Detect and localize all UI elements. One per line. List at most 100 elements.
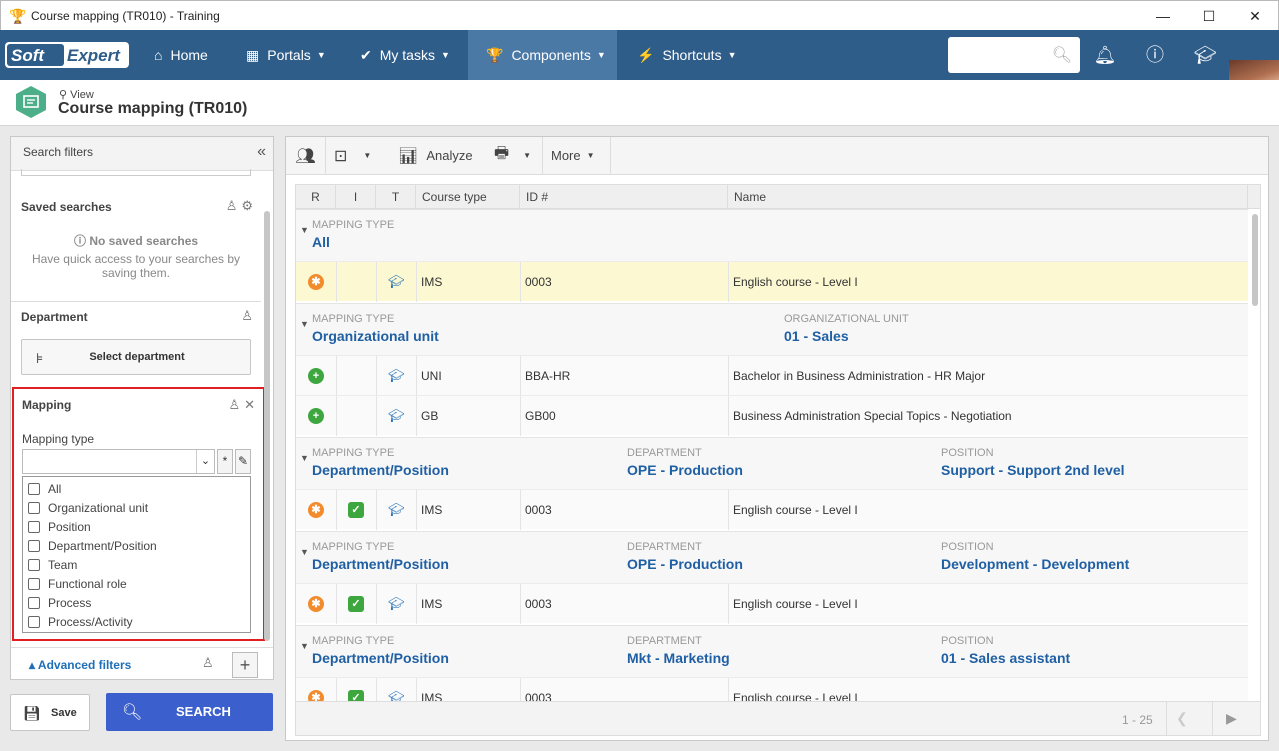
eraser-icon[interactable]: ♙	[228, 397, 240, 413]
check-icon: ✓	[348, 502, 364, 518]
table-row[interactable]: ✱ ✓ 🎓︎ IMS 0003 English course - Level I	[296, 583, 1248, 624]
close-icon[interactable]: ✕	[244, 397, 255, 413]
checkbox[interactable]	[28, 482, 40, 495]
add-filter-button[interactable]: +	[232, 652, 258, 678]
table-row[interactable]: + 🎓︎ GB GB00 Business Administration Spe…	[296, 395, 1248, 436]
window-titlebar: 🏆 Course mapping (TR010) - Training — ☐ …	[0, 0, 1279, 30]
search-icon: 🔍︎	[122, 704, 143, 721]
close-button[interactable]: ✕	[1232, 1, 1278, 31]
mapping-type-select[interactable]: ⌄	[22, 449, 215, 474]
chevron-down-icon[interactable]: ▼	[523, 151, 531, 160]
mapping-option-functional-role[interactable]: Functional role	[28, 574, 127, 593]
help-icon[interactable]: ⓘ	[1142, 42, 1168, 68]
group-header[interactable]: ▼ MAPPING TYPE Department/Position DEPART…	[296, 625, 1248, 677]
checkbox[interactable]	[28, 577, 40, 590]
no-saved-searches-title: ⓘ No saved searches	[73, 234, 199, 248]
column-header-id[interactable]: ID #	[520, 185, 728, 209]
mapping-option-all[interactable]: All	[28, 479, 61, 498]
chevron-down-icon[interactable]: ⌄	[196, 450, 214, 473]
column-header-r[interactable]: R	[296, 185, 336, 209]
view-button[interactable]: ⊡ ▼	[326, 137, 390, 174]
filter-field-stub	[21, 169, 251, 176]
printer-icon: 🖶	[494, 145, 510, 162]
chevron-down-icon: ▼	[316, 50, 326, 60]
table-row[interactable]: ✱ ✓ 🎓︎ IMS 0003 English course - Level I	[296, 489, 1248, 530]
group-header[interactable]: ▼ MAPPING TYPE Organizational unit ORGANI…	[296, 303, 1248, 355]
nav-my-tasks[interactable]: ✔ My tasks ▼	[350, 30, 460, 80]
grid-header: R I T Course type ID # Name	[296, 185, 1260, 209]
maximize-button[interactable]: ☐	[1186, 1, 1232, 31]
table-row[interactable]: ✱ 🎓︎ IMS 0003 English course - Level I	[296, 261, 1248, 302]
column-header-t[interactable]: T	[376, 185, 416, 209]
advanced-filters-toggle[interactable]: ▴ Advanced filters	[29, 658, 131, 672]
caret-down-icon[interactable]: ▼	[300, 319, 309, 329]
filters-scrollbar[interactable]	[264, 211, 270, 641]
eraser-icon[interactable]: ♙	[241, 308, 253, 324]
global-search-input[interactable]: 🔍︎	[948, 37, 1080, 73]
print-button[interactable]: 🖶 ▼	[486, 137, 543, 174]
page-header: ⚲ View Course mapping (TR010)	[0, 80, 1279, 126]
caret-down-icon[interactable]: ▼	[300, 225, 309, 235]
analyze-button[interactable]: 📊︎ Analyze	[390, 137, 486, 174]
lightning-icon: ⚡	[637, 46, 655, 63]
minimize-button[interactable]: —	[1140, 1, 1186, 31]
nav-shortcuts[interactable]: ⚡ Shortcuts ▼	[627, 30, 747, 80]
mapping-option-department-position[interactable]: Department/Position	[28, 536, 157, 555]
search-filters-header: Search filters «	[11, 137, 273, 171]
checkbox[interactable]	[28, 596, 40, 609]
eye-window-icon: ⊡	[334, 147, 348, 165]
mapping-option-process[interactable]: Process	[28, 593, 91, 612]
column-header-i[interactable]: I	[336, 185, 376, 209]
mapping-option-position[interactable]: Position	[28, 517, 91, 536]
checkbox[interactable]	[28, 520, 40, 533]
group-header[interactable]: ▼ MAPPING TYPE Department/Position DEPART…	[296, 437, 1248, 489]
checkbox[interactable]	[28, 501, 40, 514]
select-department-button[interactable]: ⊧ Select department	[21, 339, 251, 375]
more-button[interactable]: More ▼	[543, 137, 611, 174]
grid-pager: 1 - 25 ❮ ▶	[296, 701, 1260, 735]
clear-selection-button[interactable]: ✎	[235, 449, 251, 474]
grid-scrollbar[interactable]	[1251, 209, 1259, 709]
caret-down-icon[interactable]: ▼	[300, 547, 309, 557]
select-all-button[interactable]: *	[217, 449, 233, 474]
collapse-panel-icon[interactable]: «	[257, 143, 266, 161]
chevron-down-icon[interactable]: ▼	[363, 151, 371, 160]
softexpert-logo[interactable]: Soft Expert	[5, 42, 129, 68]
group-header[interactable]: ▼ MAPPING TYPE All	[296, 209, 1248, 261]
caret-down-icon[interactable]: ▼	[300, 641, 309, 651]
graduation-cap-icon[interactable]: 🎓︎	[1192, 42, 1218, 68]
group-header[interactable]: ▼ MAPPING TYPE Department/Position DEPART…	[296, 531, 1248, 583]
nav-components[interactable]: 🏆 Components ▼	[468, 30, 617, 80]
nav-shortcuts-label: Shortcuts	[662, 47, 722, 63]
nav-components-label: Components	[511, 47, 591, 63]
gear-icon[interactable]: ⚙	[241, 198, 253, 214]
table-row[interactable]: + 🎓︎ UNI BBA-HR Bachelor in Business Adm…	[296, 355, 1248, 396]
nav-home-label: Home	[170, 47, 208, 63]
triangle-up-icon: ▴	[29, 658, 36, 672]
chevron-left-icon[interactable]: ❮	[1176, 710, 1188, 727]
portals-icon: ▦	[246, 46, 260, 63]
user-filter-button[interactable]: 👥︎	[286, 137, 326, 174]
column-header-name[interactable]: Name	[728, 185, 1248, 209]
checkbox[interactable]	[28, 558, 40, 571]
checkbox[interactable]	[28, 539, 40, 552]
nav-portals[interactable]: ▦ Portals ▼	[236, 30, 336, 80]
check-icon: ✔	[360, 46, 372, 63]
chevron-right-icon[interactable]: ▶	[1226, 710, 1237, 727]
mapping-option-process-activity[interactable]: Process/Activity	[28, 612, 133, 631]
column-header-course-type[interactable]: Course type	[416, 185, 520, 209]
analyze-label: Analyze	[426, 148, 473, 163]
search-button[interactable]: 🔍︎ SEARCH	[106, 693, 273, 731]
eraser-icon[interactable]: ♙	[226, 198, 238, 214]
caret-down-icon[interactable]: ▼	[300, 453, 309, 463]
grid-scrollbar-thumb[interactable]	[1252, 214, 1258, 306]
mapping-option-organizational-unit[interactable]: Organizational unit	[28, 498, 148, 517]
home-icon: ⌂	[154, 47, 163, 63]
save-button[interactable]: 💾︎ Save	[10, 694, 90, 731]
select-department-label: Select department	[89, 351, 185, 363]
eraser-icon[interactable]: ♙	[202, 655, 214, 671]
checkbox[interactable]	[28, 615, 40, 628]
bell-icon[interactable]: 🔔︎	[1092, 42, 1118, 68]
mapping-option-team[interactable]: Team	[28, 555, 77, 574]
nav-home[interactable]: ⌂ Home	[144, 30, 218, 80]
